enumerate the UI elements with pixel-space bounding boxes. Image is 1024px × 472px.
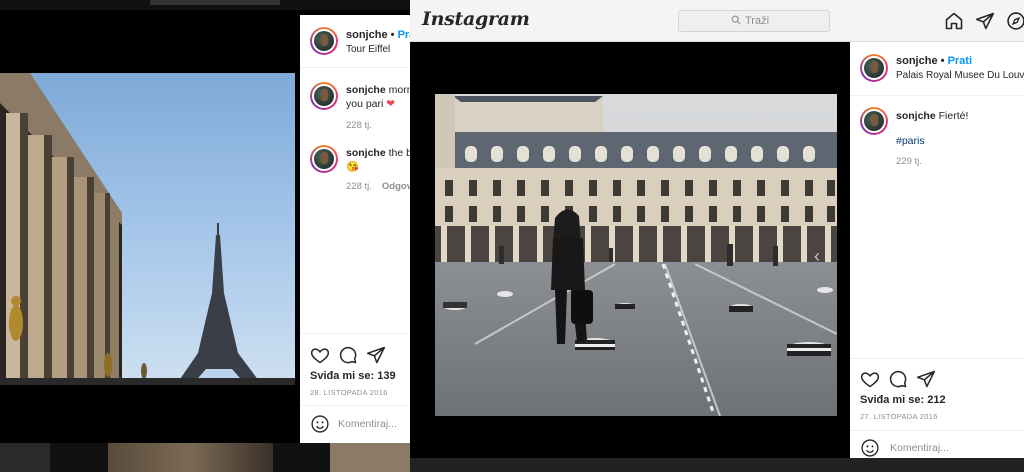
caption-username[interactable]: sonjche xyxy=(896,110,936,122)
search-icon xyxy=(731,15,741,25)
comment-username[interactable]: sonjche xyxy=(346,84,386,96)
thumbnail[interactable] xyxy=(108,443,273,472)
caption-text: Fierté! xyxy=(938,110,969,122)
add-comment-input[interactable]: Komentiraj... xyxy=(338,418,397,430)
divider xyxy=(850,358,1024,359)
comment-text: the b xyxy=(388,147,410,159)
comment-username[interactable]: sonjche xyxy=(346,147,386,159)
comment-2-meta: 228 tj. Odgov xyxy=(346,181,410,192)
left-post-window: sonjche • Prati Tour Eiffel sonjche morn… xyxy=(0,0,410,472)
explore-icon[interactable] xyxy=(1006,11,1024,31)
divider xyxy=(300,67,410,68)
kiss-emoji-icon: 😘 xyxy=(346,161,360,173)
post-date: 27. LISTOPADA 2016 xyxy=(860,412,938,421)
emoji-icon[interactable] xyxy=(310,414,330,434)
right-follow-button[interactable]: Prati xyxy=(948,55,972,67)
caption-time[interactable]: 229 tj. xyxy=(896,156,922,167)
comment-2-time[interactable]: 228 tj. xyxy=(346,181,372,192)
comment-text: morni xyxy=(388,84,410,96)
right-post-avatar[interactable] xyxy=(860,54,888,82)
right-post-header: sonjche • Prati xyxy=(896,55,972,67)
instagram-logo[interactable]: Instagram xyxy=(422,8,530,30)
divider xyxy=(300,333,410,334)
likes-count[interactable]: Sviđa mi se: 139 xyxy=(310,370,396,382)
comment-2: sonjche the b xyxy=(346,146,410,160)
direct-icon[interactable] xyxy=(975,11,995,31)
palais-royal-post-photo[interactable] xyxy=(435,94,837,416)
right-related-thumbnails xyxy=(410,458,1024,472)
left-related-thumbnails xyxy=(0,443,410,472)
right-post-location[interactable]: Palais Royal Musee Du Louvre xyxy=(896,70,1024,81)
add-comment-input[interactable]: Komentiraj... xyxy=(890,442,949,454)
instagram-header: Instagram Traži xyxy=(410,0,1024,42)
heart-emoji-icon: ❤ xyxy=(386,98,396,110)
comment-1-line2: you pari ❤ xyxy=(346,97,395,111)
chevron-left-icon[interactable]: ‹ xyxy=(814,246,826,266)
emoji-icon[interactable] xyxy=(860,438,880,458)
left-post-avatar[interactable] xyxy=(310,27,338,55)
left-post-location[interactable]: Tour Eiffel xyxy=(346,44,390,55)
divider xyxy=(300,405,410,406)
caption-avatar[interactable] xyxy=(860,107,888,135)
home-icon[interactable] xyxy=(944,11,964,31)
caption: sonjche Fierté! xyxy=(896,109,968,123)
search-input[interactable]: Traži xyxy=(678,10,830,32)
divider xyxy=(850,430,1024,431)
left-post-username[interactable]: sonjche xyxy=(346,29,388,41)
right-post-username[interactable]: sonjche xyxy=(896,55,938,67)
dot-separator: • xyxy=(390,29,398,41)
palais-royal-photo-art xyxy=(435,94,837,416)
hashtag-link[interactable]: #paris xyxy=(896,135,925,147)
comment-icon[interactable] xyxy=(338,345,358,365)
screen: sonjche • Prati Tour Eiffel sonjche morn… xyxy=(0,0,1024,472)
comment-avatar[interactable] xyxy=(310,82,338,110)
heart-icon[interactable] xyxy=(860,369,880,389)
eiffel-post-photo[interactable] xyxy=(0,73,295,385)
left-window-top-strip xyxy=(0,0,410,10)
share-icon[interactable] xyxy=(366,345,386,365)
comment-text: you pari xyxy=(346,98,384,110)
tab-sliver xyxy=(150,0,280,5)
left-post-header: sonjche • Prati xyxy=(346,29,410,41)
eiffel-photo-art xyxy=(0,73,295,385)
reply-button[interactable]: Odgov xyxy=(382,181,410,192)
thumbnail[interactable] xyxy=(330,443,410,472)
right-post-sidebar: sonjche • Prati Palais Royal Musee Du Lo… xyxy=(850,42,1024,472)
comment-icon[interactable] xyxy=(888,369,908,389)
comment-avatar[interactable] xyxy=(310,145,338,173)
share-icon[interactable] xyxy=(916,369,936,389)
comment-1: sonjche morni xyxy=(346,83,410,97)
likes-count[interactable]: Sviđa mi se: 212 xyxy=(860,394,946,406)
left-follow-button[interactable]: Prati xyxy=(398,29,410,41)
left-post-sidebar: sonjche • Prati Tour Eiffel sonjche morn… xyxy=(300,15,410,443)
search-placeholder: Traži xyxy=(745,15,770,27)
heart-icon[interactable] xyxy=(310,345,330,365)
thumbnail[interactable] xyxy=(0,443,50,472)
comment-1-time[interactable]: 228 tj. xyxy=(346,120,372,131)
post-date: 28. LISTOPADA 2016 xyxy=(310,388,388,397)
right-post-window: Instagram Traži ‹ sonjche • Prati Palais… xyxy=(410,0,1024,472)
divider xyxy=(850,95,1024,96)
dot-separator: • xyxy=(940,55,948,67)
